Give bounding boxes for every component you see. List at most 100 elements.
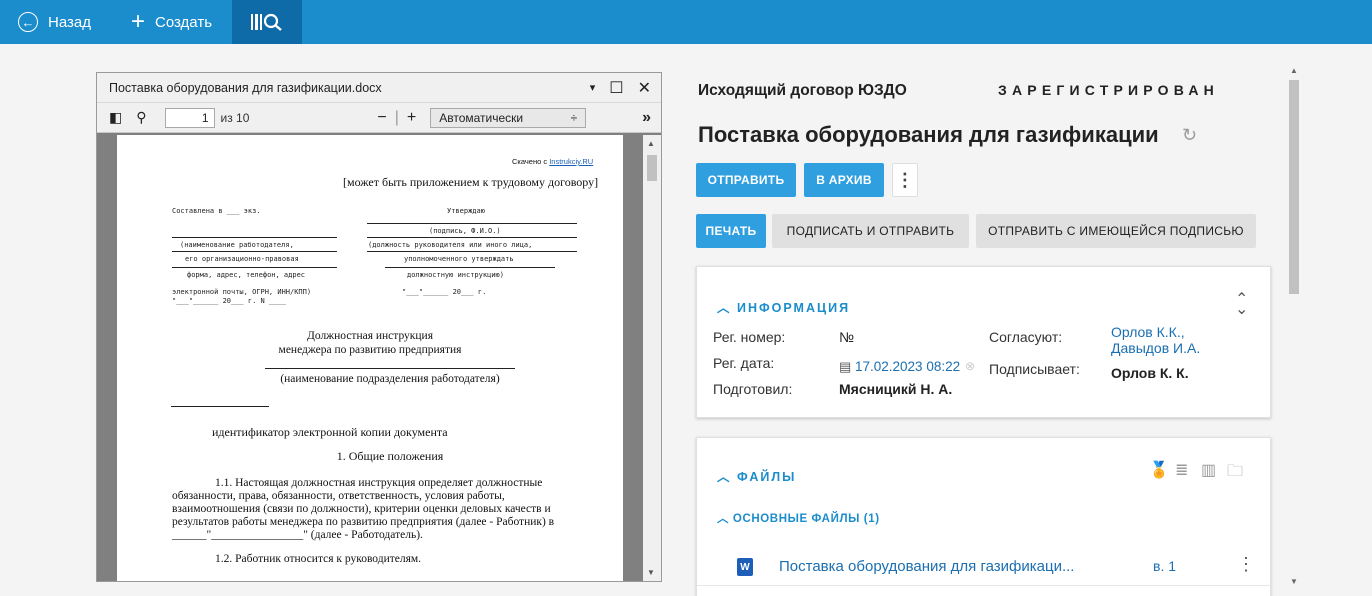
scroll-down-icon[interactable]: ▼	[647, 568, 655, 577]
certificate-icon[interactable]: 🏅	[1149, 460, 1169, 480]
date-right-text: "___"______ 20___ г.	[402, 288, 487, 296]
back-button[interactable]: ← Назад	[18, 0, 91, 44]
file-name-link[interactable]: Поставка оборудования для газификаци...	[779, 558, 1074, 575]
doc-title-2: менеджера по развитию предприятия	[278, 344, 462, 356]
sidebar-toggle-icon[interactable]: ◧	[109, 109, 122, 126]
search-icon[interactable]: ⚲	[136, 109, 146, 126]
sign-send-button[interactable]: ПОДПИСАТЬ И ОТПРАВИТЬ	[772, 214, 969, 248]
files-header: ФАЙЛЫ	[736, 470, 797, 484]
info-card: ︿ ИНФОРМАЦИЯ ⌃ ⌄ Рег. номер: № Рег. дата…	[696, 266, 1271, 418]
prepared-label: Подготовил:	[713, 381, 793, 397]
folder-icon[interactable]: 🗀	[1227, 460, 1243, 487]
chevron-up-icon: ︿	[717, 301, 737, 315]
reg-date-label: Рег. дата:	[713, 355, 775, 371]
files-card: ︿ ФАЙЛЫ 🏅 ≣ ▥ 🗀 ︿ ОСНОВНЫЕ ФАЙЛЫ (1) W П…	[696, 437, 1272, 596]
sign-line	[367, 223, 577, 224]
dept-line	[265, 368, 515, 369]
legal-form-text: его организационно-правовая	[185, 255, 299, 263]
chevron-down-icon[interactable]: ⌄	[1235, 299, 1248, 319]
refresh-icon[interactable]: ↻	[1182, 125, 1197, 146]
reg-date-value: 17.02.2023 08:22	[855, 359, 961, 374]
page-number-input[interactable]: 1	[164, 107, 215, 128]
approver-1-link[interactable]: Орлов К.К.,	[1111, 325, 1185, 339]
send-existing-signature-button[interactable]: ОТПРАВИТЬ С ИМЕЮЩЕЙСЯ ПОДПИСЬЮ	[976, 214, 1256, 248]
para-1-line-5: ______"________________" (далее - Работо…	[172, 529, 423, 541]
para-2-line-1: 1.2. Работник относится к руководителям.	[215, 553, 422, 565]
plus-icon: +	[130, 8, 145, 35]
scroll-down-icon[interactable]: ▼	[1290, 577, 1298, 586]
prepared-value: Мясницикй Н. А.	[839, 381, 953, 397]
reg-num-label: Рег. номер:	[713, 329, 786, 345]
status-badge: ЗАРЕГИСТРИРОВАН	[998, 82, 1219, 98]
doc-title-1: Должностная инструкция	[307, 330, 433, 342]
create-button[interactable]: + Создать	[131, 0, 212, 44]
zoom-out-button[interactable]: −	[377, 109, 386, 127]
viewer-page-area[interactable]: Скачено с Instrukciy.RU [может быть прил…	[97, 135, 643, 581]
reg-num-value: №	[839, 329, 855, 345]
send-button[interactable]: ОТПРАВИТЬ	[696, 163, 796, 197]
create-label: Создать	[155, 13, 213, 31]
clear-date-icon[interactable]: ⊗	[965, 359, 975, 373]
print-button[interactable]: ПЕЧАТЬ	[696, 214, 766, 248]
dropdown-caret-icon[interactable]: ▾	[590, 81, 596, 94]
document-page: Скачено с Instrukciy.RU [может быть прил…	[117, 135, 623, 581]
back-label: Назад	[48, 13, 91, 31]
archive-button[interactable]: В АРХИВ	[804, 163, 884, 197]
viewer-scrollbar[interactable]: ▲ ▼	[643, 135, 661, 581]
more-tools-icon[interactable]: »	[642, 109, 651, 127]
info-section-toggle[interactable]: ︿ ИНФОРМАЦИЯ	[717, 297, 850, 316]
source-link[interactable]: Instrukciy.RU	[549, 157, 593, 166]
para-1-line-2: обязанности, права, обязанности, ответст…	[172, 490, 505, 502]
file-version: в. 1	[1153, 558, 1177, 574]
panel-scroll-thumb[interactable]	[1289, 80, 1299, 294]
zoom-select[interactable]: Автоматически ÷	[430, 107, 587, 128]
viewer-toolbar: ◧ ⚲ 1 из 10 − | + Автоматически ÷ »	[97, 103, 661, 133]
para-1-line-1: 1.1. Настоящая должностная инструкция оп…	[215, 477, 543, 489]
signed-file-icon[interactable]: ▥	[1201, 460, 1216, 480]
signer-value: Орлов К. К.	[1111, 365, 1189, 381]
copy-id-line	[171, 406, 269, 407]
approver-2-link[interactable]: Давыдов И.А.	[1111, 341, 1200, 355]
window-icon[interactable]: ☐	[609, 78, 623, 98]
stack-icon[interactable]: ≣	[1175, 460, 1188, 480]
page-total: из 10	[220, 110, 250, 125]
file-more-icon[interactable]: ⋮	[1237, 554, 1255, 575]
arrow-left-icon: ←	[18, 12, 38, 32]
approvers-label: Согласуют:	[989, 329, 1063, 345]
zoom-in-button[interactable]: +	[407, 109, 416, 127]
head-position-text: (должность руководителя или иного лица,	[368, 241, 533, 249]
para-1-line-3: взаимоотношения (связи по должности), кр…	[172, 503, 551, 515]
form-line	[172, 251, 337, 252]
date-left-text: "___"______ 20___ г. N ____	[172, 297, 286, 305]
address-line	[172, 267, 337, 268]
toolbar-divider: |	[394, 108, 399, 126]
approve-text: Утверждаю	[447, 207, 485, 215]
scroll-up-icon[interactable]: ▲	[647, 139, 655, 148]
signer-label: Подписывает:	[989, 361, 1080, 377]
copy-id-text: идентификатор электронной копии документ…	[212, 425, 448, 439]
main-files-header: ОСНОВНЫЕ ФАЙЛЫ (1)	[732, 513, 880, 525]
main-files-toggle[interactable]: ︿ ОСНОВНЫЕ ФАЙЛЫ (1)	[717, 510, 880, 526]
barcode-search-button[interactable]	[232, 0, 303, 44]
page-title: Поставка оборудования для газификации	[698, 122, 1159, 147]
files-section-toggle[interactable]: ︿ ФАЙЛЫ	[717, 466, 796, 485]
calendar-icon: ▤	[839, 359, 852, 374]
top-bar: ← Назад + Создать	[0, 0, 1372, 44]
scroll-up-icon[interactable]: ▲	[1290, 66, 1298, 75]
sign-name-text: (подпись, Ф.И.О.)	[429, 227, 501, 235]
auth-line	[367, 251, 577, 252]
appendix-note: [может быть приложением к трудовому дого…	[343, 175, 599, 189]
chevron-up-icon: ︿	[717, 470, 737, 484]
panel-scrollbar[interactable]: ▲ ▼	[1287, 66, 1301, 586]
email-ogrn-text: электронной почты, ОГРН, ИНН/КПП)	[172, 288, 312, 296]
file-row[interactable]: W Поставка оборудования для газификаци..…	[697, 546, 1272, 586]
close-icon[interactable]: ✕	[638, 78, 651, 98]
source-note: Скачено с Instrukciy.RU	[512, 157, 593, 166]
more-actions-button[interactable]: ⋮	[892, 163, 918, 197]
document-viewer: Поставка оборудования для газификации.do…	[96, 72, 662, 582]
viewer-scroll-thumb[interactable]	[647, 155, 657, 181]
employer-name-text: (наименование работодателя,	[180, 241, 294, 249]
viewer-filename: Поставка оборудования для газификации.do…	[109, 80, 382, 95]
dept-name-text: (наименование подразделения работодателя…	[280, 373, 500, 385]
barcode-search-icon	[251, 13, 282, 31]
